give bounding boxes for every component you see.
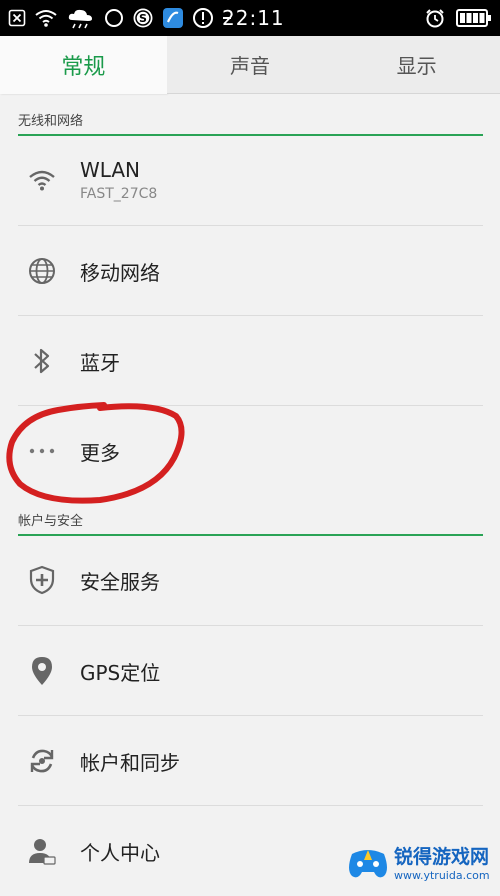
svg-text:S: S bbox=[139, 12, 147, 25]
s-app-icon: S bbox=[132, 0, 154, 36]
tab-general[interactable]: 常规 bbox=[0, 36, 167, 94]
wifi-icon bbox=[34, 0, 58, 36]
settings-row-gps[interactable]: GPS定位 bbox=[0, 626, 500, 716]
more-dots-icon bbox=[26, 435, 58, 467]
alert-icon bbox=[192, 0, 214, 36]
gamepad-logo-icon bbox=[349, 850, 387, 878]
close-box-icon bbox=[8, 0, 26, 36]
settings-row-label: 个人中心 bbox=[80, 840, 160, 865]
circle-icon bbox=[104, 0, 124, 36]
settings-row-label: GPS定位 bbox=[80, 660, 161, 685]
wifi-icon bbox=[26, 164, 58, 196]
tab-display[interactable]: 显示 bbox=[333, 36, 500, 94]
shield-app-icon bbox=[162, 0, 184, 36]
watermark: 锐得游戏网 www.ytruida.com bbox=[346, 836, 494, 888]
settings-row-security-service[interactable]: 安全服务 bbox=[0, 535, 500, 625]
settings-row-label: WLAN bbox=[80, 158, 141, 182]
settings-row-label: 安全服务 bbox=[80, 569, 160, 594]
person-icon bbox=[26, 835, 58, 867]
settings-row-sublabel: FAST_27C8 bbox=[80, 186, 158, 202]
settings-row-label: 蓝牙 bbox=[80, 350, 120, 375]
watermark-title: 锐得游戏网 bbox=[394, 846, 490, 868]
settings-row-label: 移动网络 bbox=[80, 260, 160, 285]
clock: 22:11 bbox=[222, 6, 285, 30]
tab-sound[interactable]: 声音 bbox=[166, 36, 334, 94]
sync-icon bbox=[26, 745, 58, 777]
watermark-url: www.ytruida.com bbox=[394, 869, 490, 882]
bluetooth-icon bbox=[26, 345, 58, 377]
settings-row-label: 帐户和同步 bbox=[80, 750, 180, 775]
settings-row-more[interactable]: 更多 bbox=[0, 406, 500, 496]
alarm-icon bbox=[424, 0, 446, 36]
section-header-account: 帐户与安全 bbox=[18, 510, 483, 536]
settings-row-mobile-network[interactable]: 移动网络 bbox=[0, 226, 500, 316]
settings-row-account-sync[interactable]: 帐户和同步 bbox=[0, 716, 500, 806]
battery-icon bbox=[456, 0, 492, 36]
tab-bar: 常规 声音 显示 bbox=[0, 36, 500, 94]
settings-row-label: 更多 bbox=[80, 440, 120, 465]
globe-icon bbox=[26, 255, 58, 287]
settings-row-bluetooth[interactable]: 蓝牙 bbox=[0, 316, 500, 406]
location-pin-icon bbox=[26, 655, 58, 687]
section-header-wireless: 无线和网络 bbox=[18, 110, 483, 136]
settings-row-wlan[interactable]: WLAN FAST_27C8 bbox=[0, 135, 500, 225]
weather-rain-icon bbox=[66, 0, 96, 36]
status-bar: S 22:11 bbox=[0, 0, 500, 36]
shield-plus-icon bbox=[26, 564, 58, 596]
